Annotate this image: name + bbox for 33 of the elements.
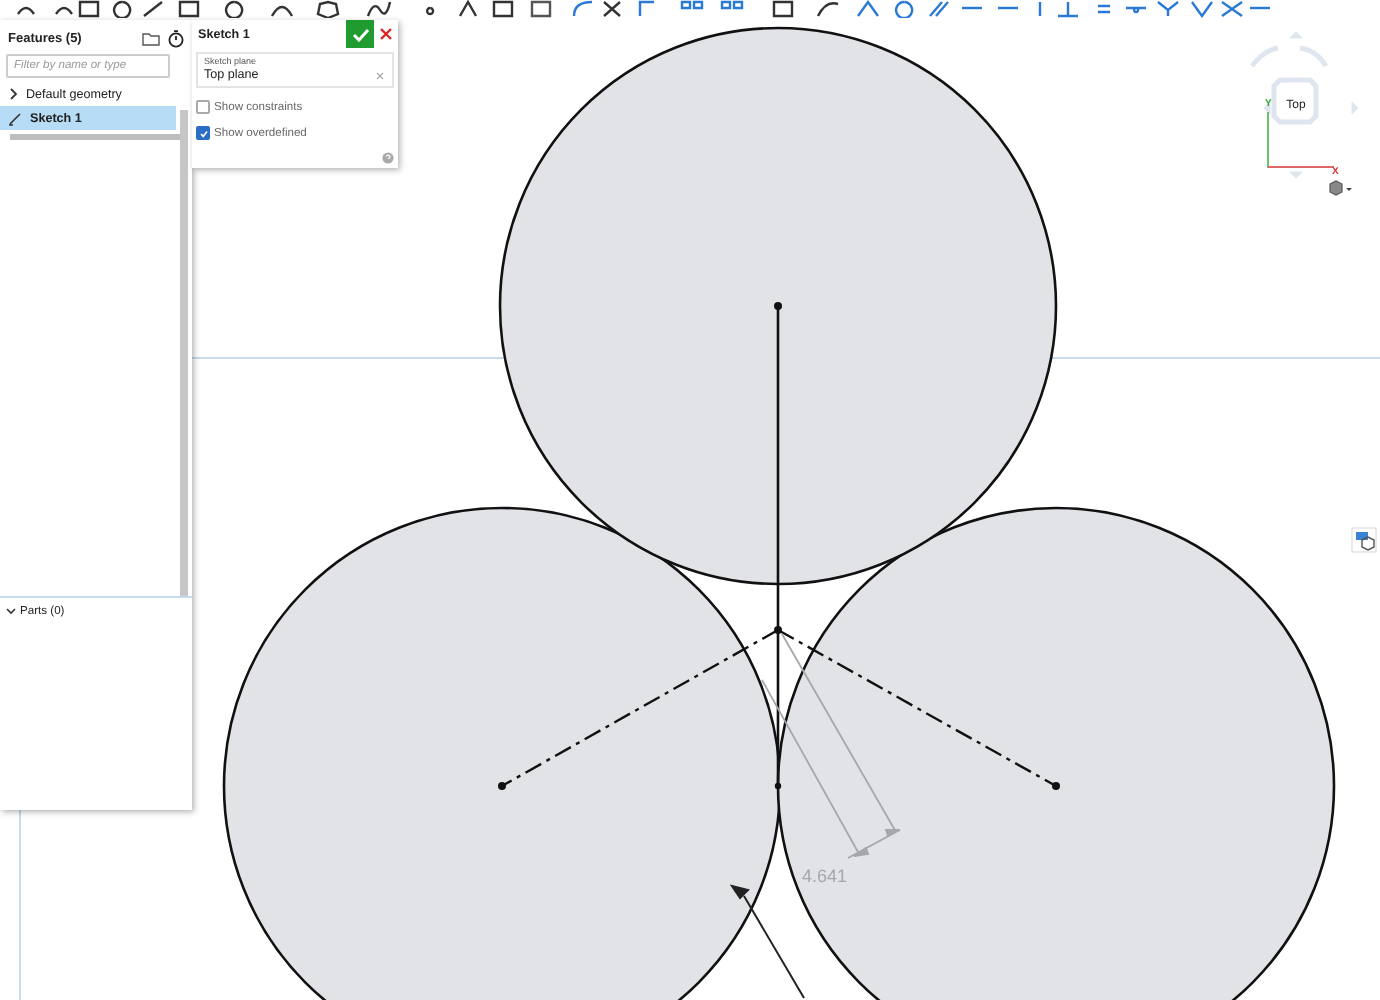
sketch-point <box>1052 782 1060 790</box>
pencil-icon <box>8 111 22 125</box>
scrollbar[interactable] <box>180 110 188 596</box>
y-axis <box>1267 111 1269 169</box>
display-mode-icon[interactable] <box>1329 180 1352 196</box>
chevron-right-icon[interactable] <box>8 88 18 100</box>
sketch-point <box>498 782 506 790</box>
view-cube[interactable] <box>1271 77 1319 125</box>
view-mode-icon[interactable] <box>1351 527 1377 553</box>
chevron-down-icon[interactable] <box>6 606 16 616</box>
sketch-point <box>774 782 782 790</box>
stopwatch-icon[interactable] <box>168 30 184 48</box>
curve-icon[interactable] <box>816 2 839 17</box>
leader-arrow <box>729 884 805 999</box>
fillet-icon[interactable] <box>572 0 593 17</box>
rectangle-icon[interactable] <box>178 0 200 18</box>
equal-icon[interactable] <box>1096 4 1112 14</box>
arc-icon[interactable] <box>270 5 294 17</box>
spline-icon[interactable] <box>366 1 392 17</box>
checkbox[interactable] <box>196 126 210 140</box>
point-icon[interactable] <box>426 6 435 15</box>
checkmark-icon <box>351 27 369 41</box>
sketch-point <box>774 626 782 634</box>
close-icon <box>380 28 392 40</box>
checkbox[interactable] <box>196 100 210 114</box>
perpendicular-icon[interactable] <box>1056 0 1080 18</box>
folder-icon[interactable] <box>142 32 160 46</box>
line-icon[interactable] <box>143 1 163 17</box>
accept-button[interactable] <box>346 20 374 48</box>
parallel-icon[interactable] <box>928 0 950 18</box>
x-axis <box>1267 166 1335 168</box>
polygon-icon[interactable] <box>316 0 340 18</box>
sketch-point <box>774 302 782 310</box>
